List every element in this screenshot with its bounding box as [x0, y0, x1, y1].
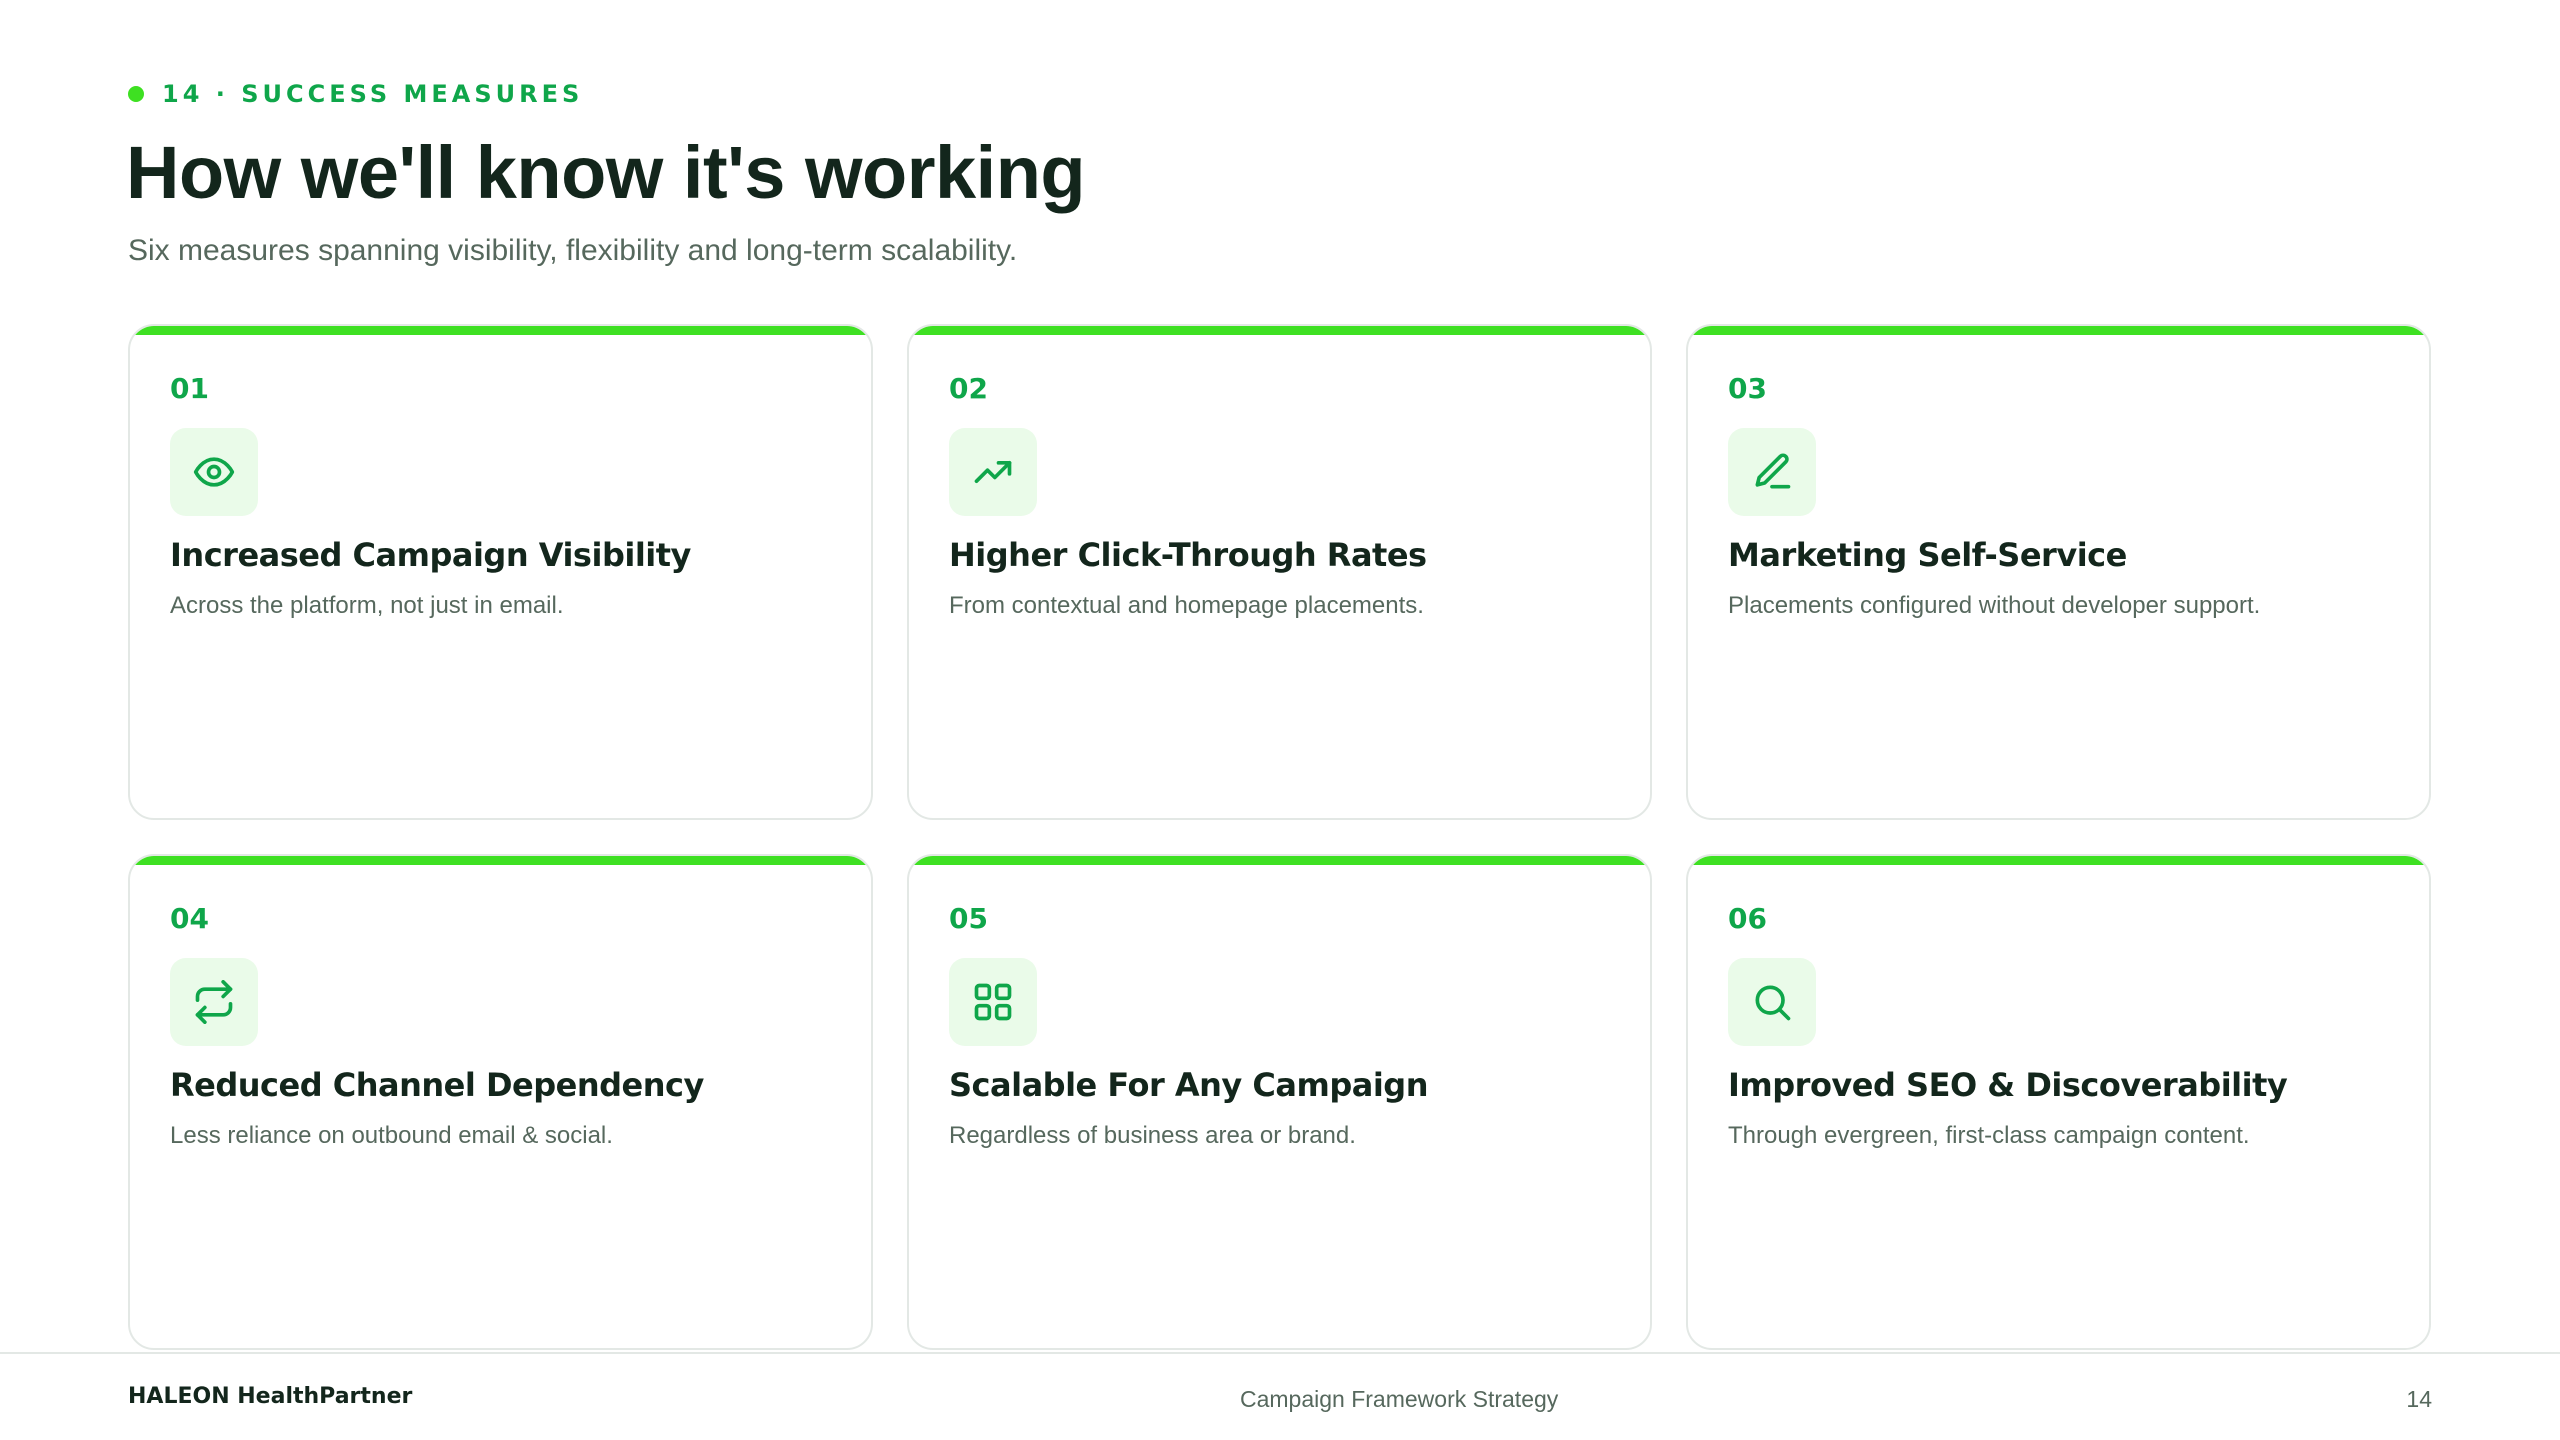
card-number: 02 [949, 372, 988, 405]
eye-icon [170, 428, 258, 516]
card-accent-bar [1688, 326, 2429, 335]
pencil-icon [1728, 428, 1816, 516]
card-accent-bar [909, 856, 1650, 865]
card-description: Less reliance on outbound email & social… [170, 1122, 613, 1149]
card-accent-bar [130, 856, 871, 865]
section-eyebrow: 14 · SUCCESS MEASURES [128, 80, 583, 108]
card-number: 06 [1728, 902, 1767, 935]
card-number: 03 [1728, 372, 1767, 405]
repeat-icon [170, 958, 258, 1046]
card-title: Scalable For Any Campaign [949, 1066, 1428, 1104]
eyebrow-label: 14 · SUCCESS MEASURES [162, 80, 584, 108]
trending-up-icon [949, 428, 1037, 516]
measure-card-6: 06 Improved SEO & Discoverability Throug… [1686, 854, 2431, 1350]
eyebrow-dot [128, 86, 144, 102]
footer-document-title: Campaign Framework Strategy [1240, 1386, 1559, 1412]
measure-card-3: 03 Marketing Self-Service Placements con… [1686, 324, 2431, 820]
card-accent-bar [130, 326, 871, 335]
footer: HALEON HealthPartner Campaign Framework … [0, 1352, 2560, 1440]
card-description: Across the platform, not just in email. [170, 592, 564, 619]
grid-icon [949, 958, 1037, 1046]
measures-grid: 01 Increased Campaign Visibility Across … [128, 324, 2432, 1350]
measure-card-2: 02 Higher Click-Through Rates From conte… [907, 324, 1652, 820]
card-description: Placements configured without developer … [1728, 592, 2261, 619]
card-accent-bar [1688, 856, 2429, 865]
search-icon [1728, 958, 1816, 1046]
measure-card-4: 04 Reduced Channel Dependency Less relia… [128, 854, 873, 1350]
card-description: Through evergreen, first-class campaign … [1728, 1122, 2250, 1149]
card-number: 01 [170, 372, 209, 405]
card-title: Marketing Self-Service [1728, 536, 2127, 574]
card-number: 04 [170, 902, 209, 935]
card-title: Improved SEO & Discoverability [1728, 1066, 2288, 1104]
card-accent-bar [909, 326, 1650, 335]
measure-card-1: 01 Increased Campaign Visibility Across … [128, 324, 873, 820]
card-title: Increased Campaign Visibility [170, 536, 691, 574]
card-title: Reduced Channel Dependency [170, 1066, 704, 1104]
card-description: From contextual and homepage placements. [949, 592, 1424, 619]
footer-page-number: 14 [2406, 1386, 2432, 1412]
page-subtitle: Six measures spanning visibility, flexib… [128, 234, 1018, 267]
page-title: How we'll know it's working [126, 131, 1086, 214]
measure-card-5: 05 Scalable For Any Campaign Regardless … [907, 854, 1652, 1350]
card-title: Higher Click-Through Rates [949, 536, 1427, 574]
footer-brand-logo: HALEON HealthPartner [128, 1384, 413, 1409]
card-description: Regardless of business area or brand. [949, 1122, 1356, 1149]
card-number: 05 [949, 902, 988, 935]
